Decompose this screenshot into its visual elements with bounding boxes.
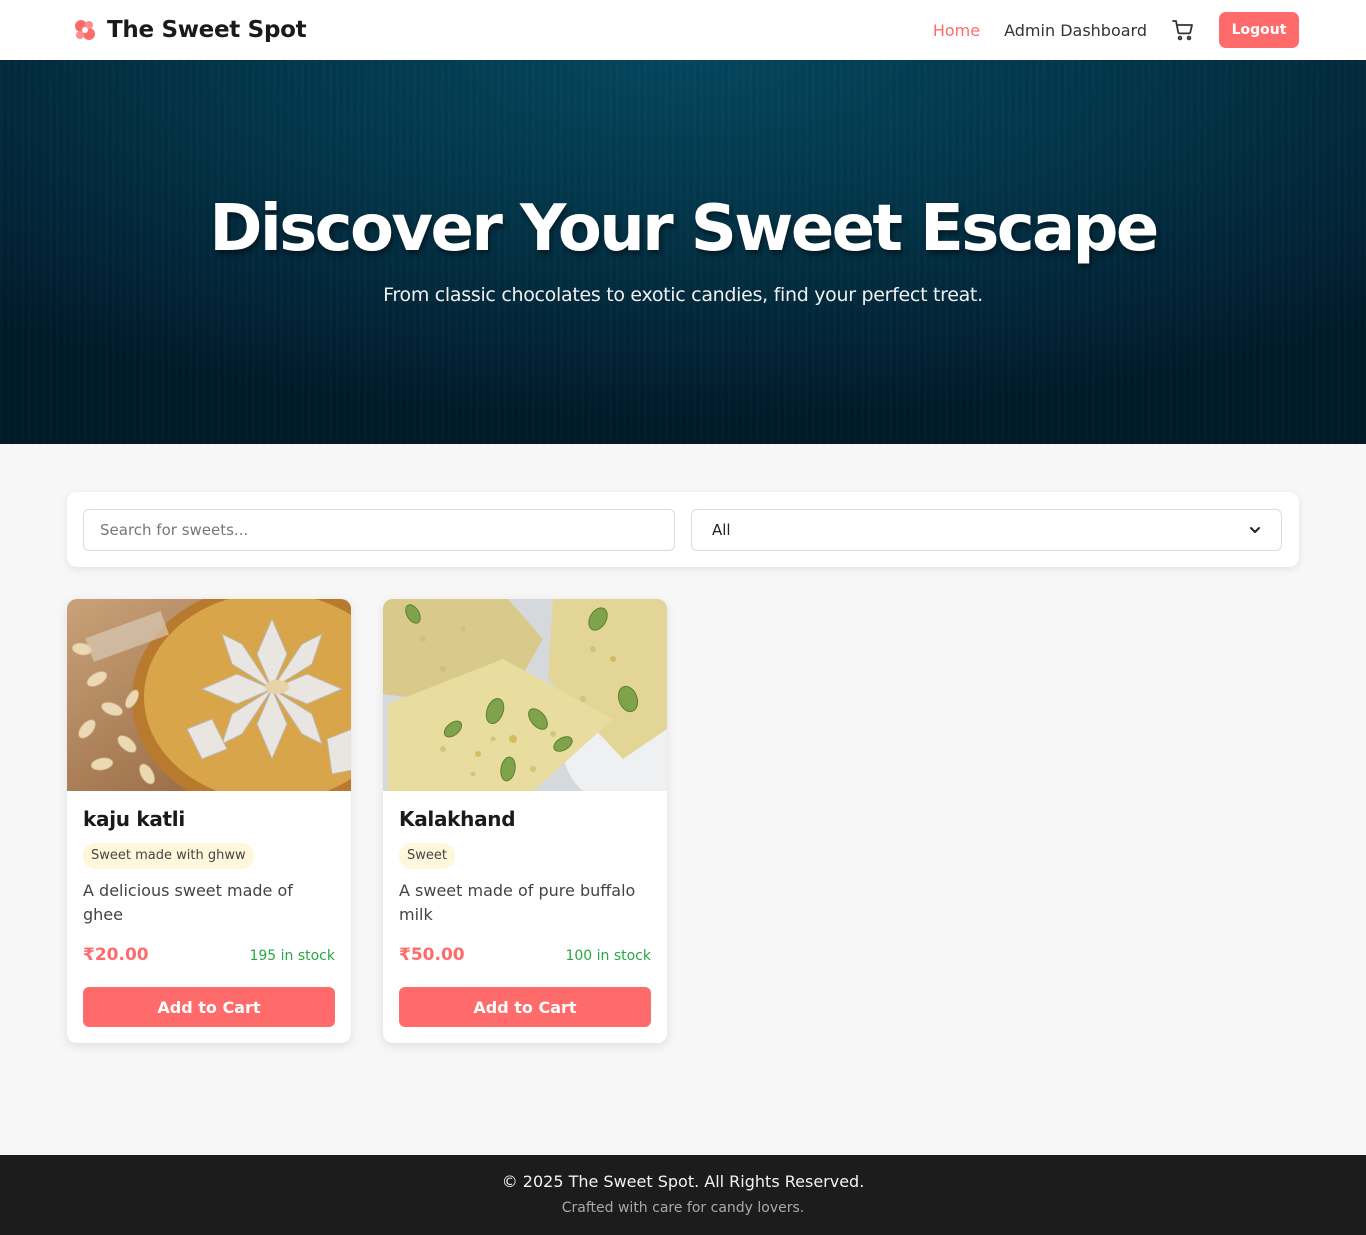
hero-title: Discover Your Sweet Escape xyxy=(209,192,1159,266)
category-select[interactable]: All xyxy=(691,509,1282,551)
add-to-cart-button[interactable]: Add to Cart xyxy=(399,987,651,1027)
search-input[interactable] xyxy=(83,509,675,551)
navbar: The Sweet Spot Home Admin Dashboard Logo… xyxy=(0,0,1366,60)
product-description: A sweet made of pure buffalo milk xyxy=(399,881,636,924)
product-description: A delicious sweet made of ghee xyxy=(83,881,293,924)
product-image xyxy=(383,599,667,791)
logout-button[interactable]: Logout xyxy=(1219,12,1299,48)
product-name: kaju katli xyxy=(83,807,185,831)
brand[interactable]: The Sweet Spot xyxy=(72,17,307,43)
nav-home-link[interactable]: Home xyxy=(933,21,980,40)
product-category-tag: Sweet xyxy=(399,843,455,869)
candy-icon xyxy=(75,20,95,40)
nav-links: Home Admin Dashboard Logout xyxy=(933,12,1299,48)
product-name: Kalakhand xyxy=(399,807,516,831)
add-to-cart-button[interactable]: Add to Cart xyxy=(83,987,335,1027)
product-stock: 100 in stock xyxy=(565,948,651,964)
chevron-down-icon xyxy=(1250,527,1260,533)
product-category-tag: Sweet made with ghww xyxy=(83,843,254,869)
footer-copyright: © 2025 The Sweet Spot. All Rights Reserv… xyxy=(501,1172,865,1191)
footer-tagline: Crafted with care for candy lovers. xyxy=(561,1200,805,1216)
filter-bar: All xyxy=(67,492,1299,567)
product-price: ₹20.00 xyxy=(83,945,149,965)
nav-admin-dashboard-link[interactable]: Admin Dashboard xyxy=(1004,21,1147,40)
product-card: kaju katli Sweet made with ghww A delici… xyxy=(67,599,351,1043)
hero-subtitle: From classic chocolates to exotic candie… xyxy=(383,284,983,306)
product-stock: 195 in stock xyxy=(249,948,335,964)
product-price: ₹50.00 xyxy=(399,945,465,965)
product-card: Kalakhand Sweet A sweet made of pure buf… xyxy=(383,599,667,1043)
hero-banner: Discover Your Sweet Escape From classic … xyxy=(0,60,1366,444)
product-image xyxy=(67,599,351,791)
cart-icon[interactable] xyxy=(1171,18,1195,42)
footer: © 2025 The Sweet Spot. All Rights Reserv… xyxy=(0,1155,1366,1235)
category-selected-value: All xyxy=(712,521,731,539)
brand-name: The Sweet Spot xyxy=(107,17,307,43)
